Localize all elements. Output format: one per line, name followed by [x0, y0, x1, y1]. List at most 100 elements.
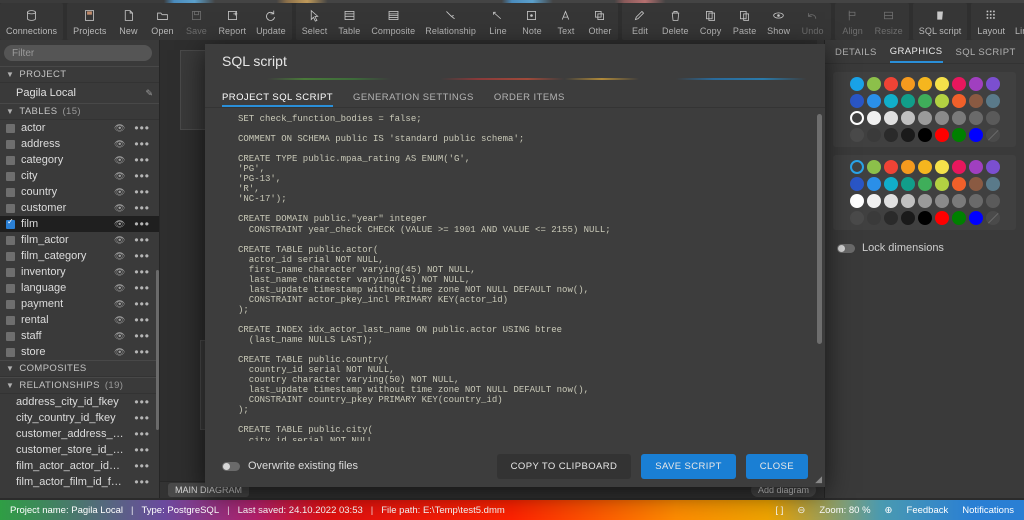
color-swatch[interactable] — [934, 128, 949, 142]
color-swatch[interactable] — [951, 160, 966, 174]
row-more-icon[interactable]: ••• — [131, 170, 153, 182]
eye-icon[interactable]: 👁 — [114, 315, 125, 326]
eye-icon[interactable]: 👁 — [114, 283, 125, 294]
color-swatch[interactable] — [883, 94, 898, 108]
row-more-icon[interactable]: ••• — [131, 234, 153, 246]
row-more-icon[interactable]: ••• — [131, 122, 153, 134]
table-list-item[interactable]: film_category 👁 ••• — [0, 248, 159, 264]
row-more-icon[interactable]: ••• — [131, 282, 153, 294]
table-checkbox[interactable] — [6, 235, 15, 245]
color-swatch[interactable] — [951, 211, 966, 225]
table-checkbox[interactable] — [6, 267, 15, 277]
table-checkbox[interactable] — [6, 217, 15, 229]
row-more-icon[interactable]: ••• — [131, 396, 153, 408]
color-swatch[interactable] — [883, 194, 898, 208]
color-swatch[interactable] — [917, 77, 932, 91]
eye-icon[interactable]: 👁 — [114, 139, 125, 150]
table-checkbox[interactable] — [6, 347, 15, 357]
dialog-tab-project-sql-script[interactable]: PROJECT SQL SCRIPT — [222, 92, 334, 107]
feedback-link[interactable]: Feedback — [907, 505, 949, 516]
color-swatch[interactable] — [883, 77, 898, 91]
color-swatch[interactable] — [934, 160, 949, 174]
color-swatch[interactable] — [985, 177, 1000, 191]
code-scrollbar[interactable] — [817, 114, 822, 344]
eye-icon[interactable]: 👁 — [114, 299, 125, 310]
overwrite-toggle[interactable] — [222, 461, 240, 471]
color-swatch[interactable] — [985, 94, 1000, 108]
eye-icon[interactable]: 👁 — [114, 347, 125, 358]
table-list-item[interactable]: store 👁 ••• — [0, 344, 159, 360]
color-swatch[interactable] — [866, 160, 881, 174]
table-list-item[interactable]: film 👁 ••• — [0, 216, 159, 232]
color-swatch[interactable] — [900, 94, 915, 108]
palette-fill[interactable] — [833, 72, 1016, 147]
table-checkbox[interactable] — [6, 123, 15, 133]
table-checkbox[interactable] — [6, 299, 15, 309]
table-checkbox[interactable] — [6, 187, 15, 197]
row-more-icon[interactable]: ••• — [131, 218, 153, 230]
zoom-in-icon[interactable]: ⊕ — [885, 505, 893, 516]
eye-icon[interactable]: 👁 — [114, 187, 125, 198]
table-list-item[interactable]: country 👁 ••• — [0, 184, 159, 200]
close-button[interactable]: CLOSE — [745, 453, 808, 479]
color-swatch[interactable] — [951, 111, 966, 125]
color-swatch[interactable] — [917, 211, 932, 225]
color-swatch[interactable] — [985, 111, 1000, 125]
color-swatch[interactable] — [985, 211, 1000, 225]
row-more-icon[interactable]: ••• — [131, 202, 153, 214]
color-swatch[interactable] — [934, 111, 949, 125]
toolbar-button-align[interactable]: Align — [836, 4, 870, 39]
toolbar-button-resize[interactable]: Resize — [870, 4, 908, 39]
eye-icon[interactable]: 👁 — [114, 219, 125, 230]
lock-dimensions-row[interactable]: Lock dimensions — [825, 230, 1024, 266]
color-swatch[interactable] — [934, 77, 949, 91]
color-swatch[interactable] — [968, 94, 983, 108]
toolbar-button-edit[interactable]: Edit — [623, 4, 657, 39]
color-swatch[interactable] — [917, 94, 932, 108]
table-checkbox[interactable] — [6, 171, 15, 181]
color-swatch[interactable] — [934, 211, 949, 225]
zoom-out-icon[interactable]: ⊖ — [797, 505, 805, 516]
relationship-list-item[interactable]: customer_store_id_fkey ••• — [0, 442, 159, 458]
row-more-icon[interactable]: ••• — [131, 428, 153, 440]
color-swatch[interactable] — [951, 194, 966, 208]
color-swatch[interactable] — [917, 194, 932, 208]
copy-to-clipboard-button[interactable]: COPY TO CLIPBOARD — [496, 453, 632, 479]
table-checkbox[interactable] — [6, 139, 15, 149]
color-swatch[interactable] — [883, 160, 898, 174]
search-input[interactable] — [4, 45, 152, 61]
relationship-list-item[interactable]: city_country_id_fkey ••• — [0, 410, 159, 426]
color-swatch[interactable] — [900, 194, 915, 208]
section-composites[interactable]: ▼ COMPOSITES — [0, 360, 159, 377]
row-more-icon[interactable]: ••• — [131, 250, 153, 262]
row-more-icon[interactable]: ••• — [131, 154, 153, 166]
color-swatch[interactable] — [917, 128, 932, 142]
color-swatch[interactable] — [968, 211, 983, 225]
color-swatch[interactable] — [866, 111, 881, 125]
eye-icon[interactable]: 👁 — [114, 235, 125, 246]
resize-grip-icon[interactable]: ◢ — [815, 474, 822, 485]
toolbar-button-sql-script[interactable]: SQL script — [914, 4, 967, 39]
table-list-item[interactable]: rental 👁 ••• — [0, 312, 159, 328]
sidebar-scrollbar[interactable] — [156, 270, 159, 430]
dialog-tab-order-items[interactable]: ORDER ITEMS — [494, 92, 565, 107]
row-more-icon[interactable]: ••• — [131, 330, 153, 342]
table-list-item[interactable]: inventory 👁 ••• — [0, 264, 159, 280]
eye-icon[interactable]: 👁 — [114, 171, 125, 182]
toolbar-button-update[interactable]: Update — [251, 4, 291, 39]
row-more-icon[interactable]: ••• — [131, 314, 153, 326]
section-tables[interactable]: ▼ TABLES (15) — [0, 103, 159, 120]
row-more-icon[interactable]: ••• — [131, 298, 153, 310]
section-relationships[interactable]: ▼ RELATIONSHIPS (19) — [0, 377, 159, 394]
eye-icon[interactable]: 👁 — [114, 203, 125, 214]
color-swatch[interactable] — [985, 128, 1000, 142]
eye-icon[interactable]: 👁 — [114, 331, 125, 342]
color-swatch[interactable] — [866, 128, 881, 142]
toolbar-button-delete[interactable]: Delete — [657, 4, 694, 39]
color-swatch[interactable] — [951, 128, 966, 142]
row-more-icon[interactable]: ••• — [131, 476, 153, 488]
section-project[interactable]: ▼ PROJECT — [0, 66, 159, 83]
color-swatch[interactable] — [849, 94, 864, 108]
project-row[interactable]: Pagila Local ✎ — [0, 83, 159, 103]
sql-code-text[interactable]: SET check_function_bodies = false; COMME… — [213, 114, 817, 441]
